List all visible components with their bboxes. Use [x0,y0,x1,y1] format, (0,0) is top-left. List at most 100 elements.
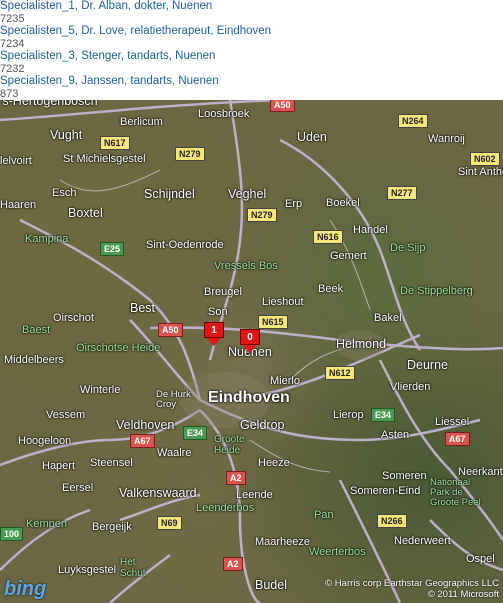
list-item: Specialisten_9, Janssen, tandarts, Nuene… [0,75,503,100]
road-shield: N612 [325,366,355,380]
map-view[interactable]: 's-Hertogenbosch Loosbroek Vught Berlicu… [0,100,503,603]
road-shield: N617 [100,136,130,150]
area-label: Kampina [25,233,69,245]
town-label: Winterle [80,384,121,396]
area-label: Oirschotse Heide [76,342,161,354]
area-label: Pan [314,509,334,521]
town-label: Asten [381,429,410,441]
bing-logo: bing [4,578,47,600]
area-label: De Sijp [390,242,426,254]
town-label: Eersel [62,482,94,494]
town-label: Nederweert [394,535,451,547]
result-number: 7234 [0,38,25,50]
town-label: Someren [382,470,427,482]
town-label: Lierop [333,409,364,421]
pin-label: 0 [240,329,260,345]
town-label: Sint-Oedenrode [146,239,224,251]
area-label: Weerterbos [309,546,366,558]
road-shield: E34 [183,426,208,440]
road-shield: N615 [258,315,288,329]
town-label: St Michielsgestel [63,153,146,165]
copyright-line: © 2011 Microsoft [427,589,499,600]
road-shield: N602 [470,152,500,166]
result-link[interactable]: Specialisten_9, Janssen, tandarts, Nuene… [0,75,503,88]
town-label: Beek [318,283,344,295]
result-link[interactable]: Specialisten_5, Dr. Love, relatietherape… [0,25,503,38]
area-label: De Stippelberg [400,285,473,297]
copyright-line: © Harris corp Earthstar Geographics LLC [325,578,499,589]
town-label: Heeze [258,457,290,469]
town-label: 's-Hertogenbosch [0,100,98,108]
town-label: Valkenswaard [119,486,197,500]
town-label: Oirschot [53,312,94,324]
list-item: Specialisten_3, Stenger, tandarts, Nuene… [0,50,503,75]
town-label: Haaren [0,199,37,211]
area-label: Groote Heide [214,434,245,456]
result-number: 7235 [0,13,25,25]
town-label: Hoogeloon [18,435,72,447]
town-label: Handel [353,224,388,236]
area-label: Het Schut [120,557,146,579]
town-label: Bakel [374,312,402,324]
road-shield: N279 [175,147,205,161]
town-label: Schijndel [144,187,195,201]
road-shield: N277 [387,186,417,200]
town-label: Hapert [42,460,76,472]
town-label: Ospel [466,553,495,565]
town-label: Son [208,306,228,318]
pin-label: 1 [204,322,224,338]
town-label: Geldrop [240,418,285,432]
road-shield: A50 [270,100,295,112]
road-shield: 100 [0,527,24,541]
city-label: Eindhoven [208,389,290,406]
town-label: Someren-Eind [350,485,421,497]
road-shield: E34 [371,408,396,422]
map-pin[interactable]: 1 [204,322,224,346]
town-label: Vessem [46,409,86,421]
town-label: Esch [52,187,77,199]
town-label: Boxtel [68,206,103,220]
road-shield: A50 [158,323,183,337]
town-label: Middelbeers [4,354,64,366]
road-shield: A2 [223,557,243,571]
road-shield: N279 [247,208,277,222]
road-shield: N616 [313,230,343,244]
road-shield: N266 [377,514,407,528]
map-pin[interactable]: 0 [240,329,260,353]
town-label: Liessel [435,416,470,428]
town-label: Berlicum [120,116,163,128]
area-label: Leenderbos [196,502,255,514]
town-label: Budel [255,578,287,592]
town-label: Breugel [204,286,242,298]
road-shield: N69 [157,516,182,530]
town-label: Sint Anthonis [458,166,503,178]
result-number: 7232 [0,63,25,75]
town-label: Gemert [330,250,367,262]
area-label: Nationaal Park de Groote Peel [430,477,481,508]
result-link[interactable]: Specialisten_1, Dr. Alban, dokter, Nuene… [0,0,503,13]
town-label: Lieshout [262,296,304,308]
area-label: Vressels Bos [214,260,278,272]
town-label: Leende [236,489,273,501]
result-link[interactable]: Specialisten_3, Stenger, tandarts, Nuene… [0,50,503,63]
town-label: Wanroij [428,133,465,145]
road-shield: N264 [398,114,428,128]
town-label: Maarheeze [255,536,311,548]
town-label: Waalre [157,447,192,459]
town-label: Helmond [336,337,387,351]
town-label: Vlierden [390,381,431,393]
road-shield: A2 [226,471,246,485]
town-label: lelvoirt [0,155,32,167]
road-shield: A67 [130,434,155,448]
town-label: Vught [50,128,83,142]
town-label: Bergeijk [92,521,132,533]
map-copyright: © Harris corp Earthstar Geographics LLC … [325,578,499,600]
town-label: Boekel [326,197,360,209]
result-number: 873 [0,88,19,100]
town-label: Veldhoven [116,418,175,432]
town-label: Loosbroek [198,108,250,120]
road-shield: E25 [100,242,125,256]
town-label: De Hurk Croy [156,389,191,410]
area-label: Kempen [26,518,67,530]
town-label: Deurne [407,358,448,372]
